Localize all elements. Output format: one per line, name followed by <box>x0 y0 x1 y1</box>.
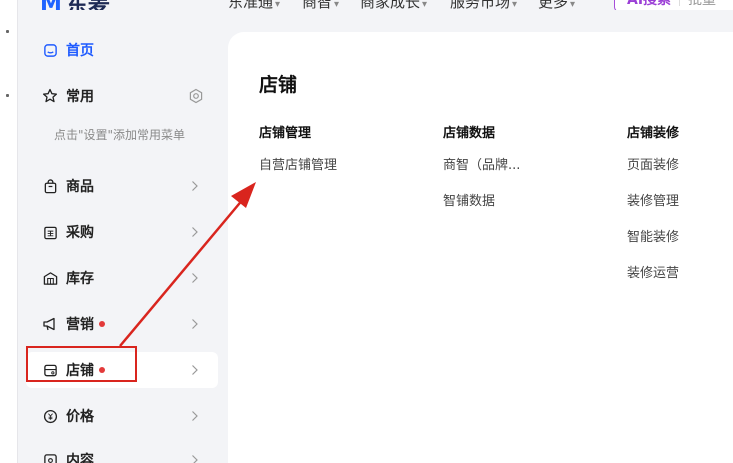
nav-item[interactable]: 商智 ▾ <box>302 0 339 10</box>
menu-link-smart-store-data[interactable]: 智铺数据 <box>443 184 613 220</box>
nav-item[interactable]: 更多 ▾ <box>538 0 575 10</box>
sidebar-item-products[interactable]: 商品 <box>26 168 218 204</box>
chevron-down-icon: ▾ <box>512 0 518 10</box>
shopping-bag-icon <box>42 178 58 194</box>
store-icon <box>42 362 58 378</box>
brand-logo[interactable]: M 东麦 <box>40 0 110 10</box>
menu-link-smart-decoration[interactable]: 智能装修 <box>627 220 733 256</box>
sidebar-item-purchasing[interactable]: 采购 <box>26 214 218 250</box>
sidebar-item-inventory[interactable]: 库存 <box>26 260 218 296</box>
sidebar-item-label: 库存 <box>66 271 94 287</box>
common-menu-hint: 点击"设置"添加常用菜单 <box>54 128 186 142</box>
chevron-down-icon: ▾ <box>334 0 340 10</box>
column-heading: 店铺数据 <box>443 126 496 141</box>
chevron-right-icon <box>190 178 200 194</box>
sidebar-item-marketing[interactable]: 营销 <box>26 306 218 342</box>
menu-link-decoration-management[interactable]: 装修管理 <box>627 184 733 220</box>
menu-link-self-operated-store[interactable]: 自营店铺管理 <box>259 148 429 184</box>
ai-search-box[interactable]: AI搜索 批量 <box>614 0 733 10</box>
sidebar: 首页 常用 点击"设置"添加常用菜单 商品 采购 库存 营销 店铺 价格 内容 <box>18 10 228 463</box>
sidebar-item-pricing[interactable]: 价格 <box>26 398 218 434</box>
sidebar-item-label: 内容 <box>66 453 94 463</box>
price-coin-icon <box>42 408 58 424</box>
content-icon <box>42 452 58 463</box>
edge-tick <box>6 94 9 97</box>
calendar-icon <box>42 224 58 240</box>
warehouse-icon <box>42 270 58 286</box>
sidebar-item-label: 常用 <box>66 89 94 105</box>
notification-dot <box>99 367 105 373</box>
chevron-right-icon <box>190 316 200 332</box>
settings-icon[interactable] <box>188 88 204 104</box>
menu-link-shangzhi-brand[interactable]: 商智（品牌... <box>443 148 613 184</box>
chevron-right-icon <box>190 452 200 463</box>
top-navigation: M 东麦 东准通▾ 商智▾ 商家成长▾ 服务市场▾ 更多▾ AI搜索 批量 <box>18 0 733 10</box>
sidebar-item-label: 商品 <box>66 179 94 195</box>
menu-column-store-data: 店铺数据 商智（品牌... 智铺数据 <box>443 122 613 220</box>
panel-title: 店铺 <box>259 74 298 96</box>
notification-dot <box>99 321 105 327</box>
search-hint: 批量 <box>688 0 717 8</box>
store-submenu-panel: 店铺 店铺管理 自营店铺管理 店铺数据 商智（品牌... 智铺数据 店铺装修 页… <box>228 32 733 463</box>
nav-item-label: 更多 <box>538 0 569 10</box>
chevron-down-icon: ▾ <box>570 0 576 10</box>
sidebar-item-label: 价格 <box>66 409 94 425</box>
sidebar-item-home[interactable]: 首页 <box>26 32 218 68</box>
ai-search-label: AI搜索 <box>627 0 672 8</box>
menu-column-store-decoration: 店铺装修 页面装修 装修管理 智能装修 装修运营 <box>627 122 733 292</box>
menu-link-decoration-operations[interactable]: 装修运营 <box>627 256 733 292</box>
sidebar-item-store[interactable]: 店铺 <box>26 352 218 388</box>
star-icon <box>42 88 58 104</box>
menu-column-store-management: 店铺管理 自营店铺管理 <box>259 122 429 184</box>
nav-item[interactable]: 服务市场 ▾ <box>450 0 517 10</box>
sidebar-item-label: 采购 <box>66 225 94 241</box>
sidebar-item-label: 店铺 <box>66 363 94 379</box>
column-heading: 店铺装修 <box>627 126 680 141</box>
chevron-down-icon: ▾ <box>422 0 428 10</box>
nav-item[interactable]: 东准通 ▾ <box>228 0 280 10</box>
sidebar-item-label: 首页 <box>66 43 94 59</box>
nav-item-label: 商智 <box>302 0 333 10</box>
chevron-right-icon <box>190 224 200 240</box>
chevron-right-icon <box>190 362 200 378</box>
divider <box>679 0 681 6</box>
nav-item[interactable]: 商家成长 ▾ <box>360 0 427 10</box>
column-heading: 店铺管理 <box>259 126 312 141</box>
sidebar-item-content[interactable]: 内容 <box>26 442 218 463</box>
chevron-right-icon <box>190 270 200 286</box>
nav-item-label: 服务市场 <box>450 0 511 10</box>
sidebar-item-common[interactable]: 常用 <box>26 78 218 114</box>
brand-name: 东麦 <box>66 0 110 10</box>
chevron-down-icon: ▾ <box>275 0 281 10</box>
chevron-right-icon <box>190 408 200 424</box>
menu-link-page-decoration[interactable]: 页面装修 <box>627 148 733 184</box>
nav-item-label: 东准通 <box>228 0 274 10</box>
brand-mark-icon: M <box>40 0 62 10</box>
megaphone-icon <box>42 316 58 332</box>
home-icon <box>42 42 58 58</box>
left-edge-strip <box>0 0 18 463</box>
edge-tick <box>6 30 9 33</box>
sidebar-item-label: 营销 <box>66 317 94 333</box>
nav-item-label: 商家成长 <box>360 0 421 10</box>
